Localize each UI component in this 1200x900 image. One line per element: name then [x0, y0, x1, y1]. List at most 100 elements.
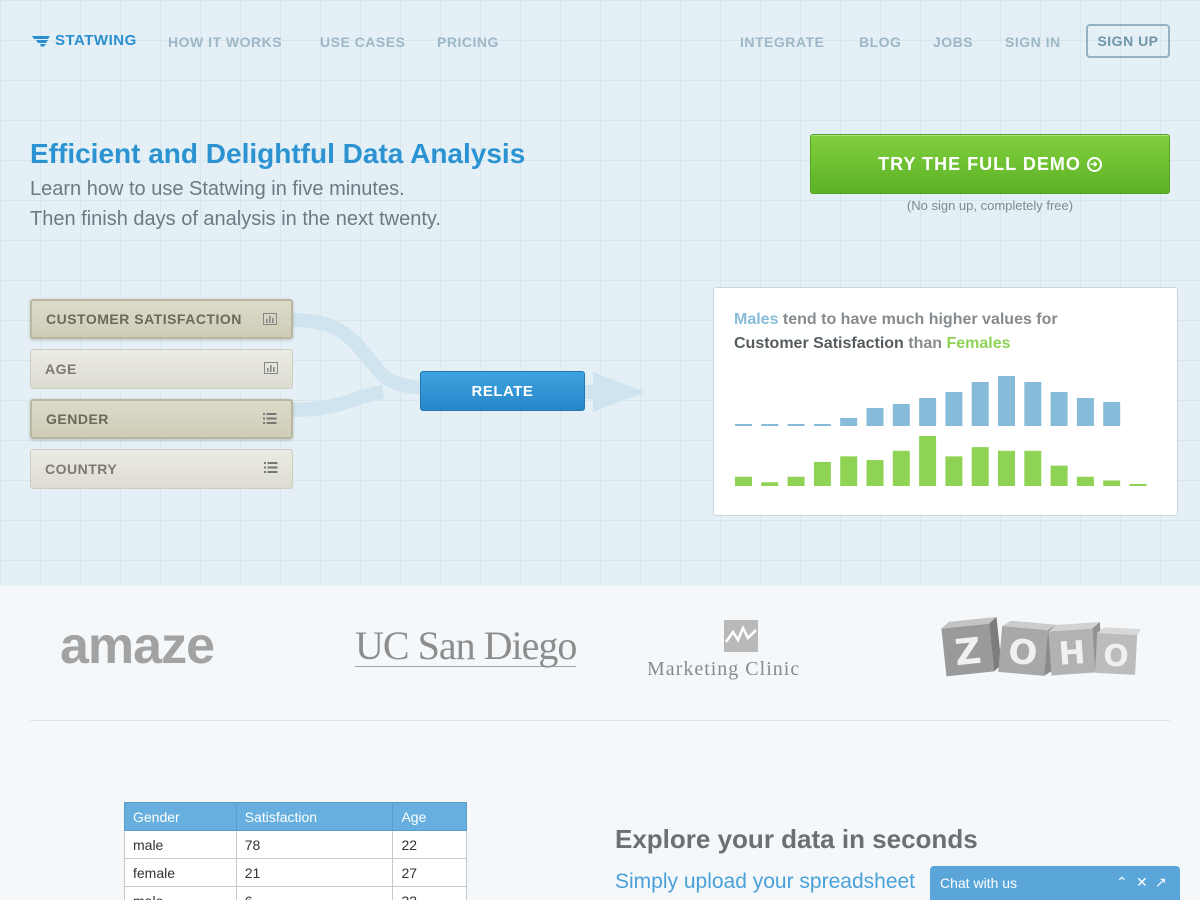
hero-subline-2: Then finish days of analysis in the next…: [30, 208, 441, 230]
nav-sign-in[interactable]: SIGN IN: [1005, 34, 1061, 50]
popout-icon[interactable]: ↗: [1155, 874, 1167, 891]
table-row: male 78 22: [124, 830, 467, 859]
males-bar: [761, 424, 779, 426]
wing-icon: [32, 35, 50, 46]
males-bar: [813, 424, 831, 426]
flow-arrow-graphic: [293, 313, 645, 417]
variable-age[interactable]: AGE: [30, 349, 293, 389]
females-bar: [1050, 465, 1068, 486]
variable-label: AGE: [45, 361, 77, 377]
females-bar: [866, 460, 884, 486]
minimize-icon[interactable]: ⌃: [1116, 874, 1128, 891]
hero-headline: Efficient and Delightful Data Analysis: [30, 138, 526, 169]
section-divider: [30, 720, 1170, 721]
result-group-males: Males: [734, 311, 779, 328]
list-icon: [263, 413, 277, 424]
females-bar: [919, 436, 937, 486]
arrow-circle-icon: ➜: [1086, 156, 1102, 172]
nav-pricing[interactable]: PRICING: [437, 34, 499, 50]
cell-age: 32: [392, 886, 467, 900]
header-age: Age: [392, 802, 467, 831]
statwing-logo[interactable]: STATWING: [32, 32, 137, 49]
customer-logos: amaze UC San Diego Marketing Clinic Z O …: [0, 586, 1200, 722]
females-bar: [735, 476, 752, 486]
explore-subtitle: Simply upload your spreadsheet: [615, 870, 916, 893]
cell-age: 27: [392, 858, 467, 887]
nav-jobs[interactable]: JOBS: [933, 34, 973, 50]
males-bar: [787, 424, 805, 426]
males-bar: [1024, 382, 1042, 426]
cell-age: 22: [392, 830, 467, 859]
zoho-letter-1: Z: [953, 631, 983, 675]
females-bar: [787, 476, 805, 486]
result-sentence: Males tend to have much higher values fo…: [734, 308, 1058, 356]
sample-data-table: Gender Satisfaction Age male 78 22 femal…: [124, 802, 467, 900]
list-icon: [264, 462, 278, 473]
females-bar: [892, 450, 910, 486]
explore-title: Explore your data in seconds: [615, 824, 978, 854]
cell-gender: female: [124, 858, 237, 887]
zoho-letter-4: O: [1102, 638, 1129, 674]
males-bar: [1103, 402, 1121, 426]
females-bar: [761, 482, 779, 486]
ucsd-logo: UC San Diego: [355, 623, 577, 668]
females-bar: [971, 447, 989, 486]
sign-up-button[interactable]: SIGN UP: [1086, 24, 1170, 58]
try-demo-button[interactable]: TRY THE FULL DEMO ➜: [810, 134, 1170, 194]
females-bar: [840, 456, 858, 486]
cell-satisfaction: 78: [235, 830, 394, 859]
cell-gender: male: [124, 886, 237, 900]
marketing-clinic-logo: Marketing Clinic: [647, 658, 801, 680]
variable-label: GENDER: [46, 411, 109, 427]
cell-satisfaction: 6: [235, 886, 394, 900]
result-card: Males tend to have much higher values fo…: [713, 287, 1178, 516]
males-bar: [919, 398, 937, 426]
result-variable: Customer Satisfaction: [734, 335, 904, 352]
bar-chart-icon: [263, 313, 277, 325]
zoho-logo: Z O H O: [941, 616, 1140, 677]
males-bar: [998, 376, 1015, 426]
close-icon[interactable]: ✕: [1136, 874, 1148, 891]
table-row: female 21 27: [124, 858, 467, 887]
females-bar: [813, 461, 831, 486]
logo-text: STATWING: [55, 32, 137, 49]
females-bar: [945, 456, 963, 486]
result-than: than: [903, 335, 947, 352]
result-text-1: tend to have much higher values for: [778, 311, 1058, 328]
amaze-logo: amaze: [60, 617, 215, 675]
table-header-row: Gender Satisfaction Age: [124, 802, 467, 831]
hero-section: STATWING HOW IT WORKS USE CASES PRICING …: [0, 0, 1200, 586]
males-bar: [735, 424, 752, 426]
males-bar: [1076, 398, 1094, 426]
top-nav: STATWING HOW IT WORKS USE CASES PRICING …: [0, 0, 1200, 84]
males-bar: [892, 404, 910, 426]
variable-country[interactable]: COUNTRY: [30, 449, 293, 489]
header-gender: Gender: [124, 802, 237, 831]
males-bar: [971, 382, 989, 426]
demo-note: (No sign up, completely free): [906, 198, 1074, 213]
males-bar: [866, 408, 884, 426]
females-bar: [998, 450, 1015, 486]
marketing-clinic-mark-icon: [724, 620, 758, 652]
chat-widget[interactable]: Chat with us ⌃ ✕ ↗: [930, 866, 1180, 900]
variable-label: CUSTOMER SATISFACTION: [46, 311, 242, 327]
header-satisfaction: Satisfaction: [235, 802, 394, 831]
nav-how-it-works[interactable]: HOW IT WORKS: [168, 34, 282, 50]
males-bar: [840, 418, 858, 426]
hero-subline-1: Learn how to use Statwing in five minute…: [30, 178, 405, 200]
females-bar: [1103, 480, 1121, 486]
table-row: male 6 32: [124, 886, 467, 900]
nav-integrate[interactable]: INTEGRATE: [740, 34, 824, 50]
try-demo-label: TRY THE FULL DEMO: [878, 153, 1081, 174]
result-group-females: Females: [946, 335, 1011, 352]
females-bar: [1024, 450, 1042, 486]
cell-satisfaction: 21: [235, 858, 394, 887]
zoho-letter-2: O: [1007, 632, 1039, 674]
females-bar: [1129, 484, 1147, 486]
nav-use-cases[interactable]: USE CASES: [320, 34, 405, 50]
relate-button[interactable]: RELATE: [420, 371, 585, 411]
nav-blog[interactable]: BLOG: [859, 34, 901, 50]
variable-customer-satisfaction[interactable]: CUSTOMER SATISFACTION: [30, 299, 293, 339]
cell-gender: male: [124, 830, 237, 859]
variable-gender[interactable]: GENDER: [30, 399, 293, 439]
